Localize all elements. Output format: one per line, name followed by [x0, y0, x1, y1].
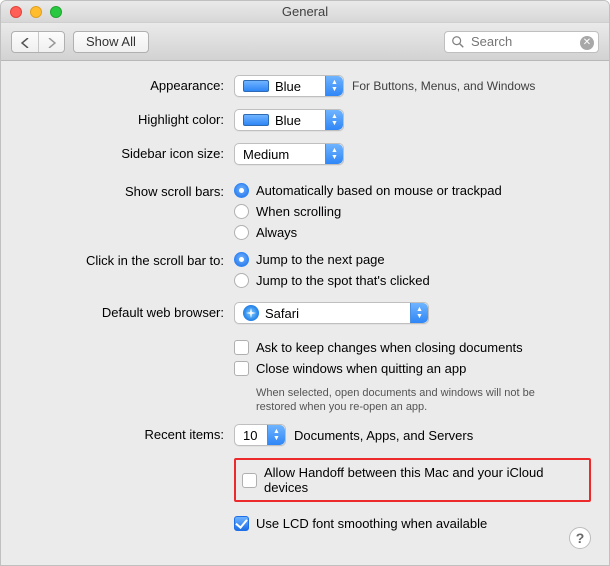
- forward-button[interactable]: [38, 32, 64, 53]
- preferences-window: General Show All ✕ Appearance:: [0, 0, 610, 566]
- appearance-value: Blue: [275, 79, 301, 94]
- close-window-button[interactable]: [10, 6, 22, 18]
- appearance-label: Appearance:: [19, 75, 234, 97]
- popup-arrows-icon: ▲▼: [267, 425, 285, 445]
- scrollclick-spot-radio[interactable]: Jump to the spot that's clicked: [234, 273, 430, 288]
- checkbox-label: Close windows when quitting an app: [256, 361, 466, 376]
- handoff-checkbox[interactable]: Allow Handoff between this Mac and your …: [242, 465, 583, 495]
- sidebar-size-label: Sidebar icon size:: [19, 143, 234, 165]
- scrollbars-label: Show scroll bars:: [19, 181, 234, 203]
- help-button[interactable]: ?: [569, 527, 591, 549]
- appearance-hint: For Buttons, Menus, and Windows: [352, 79, 535, 93]
- scrollbars-whenscrolling-radio[interactable]: When scrolling: [234, 204, 502, 219]
- radio-icon: [234, 273, 249, 288]
- browser-label: Default web browser:: [19, 302, 234, 324]
- handoff-highlight-box: Allow Handoff between this Mac and your …: [234, 458, 591, 502]
- zoom-window-button[interactable]: [50, 6, 62, 18]
- safari-icon: [243, 305, 259, 321]
- checkbox-icon: [242, 473, 257, 488]
- checkbox-label: Ask to keep changes when closing documen…: [256, 340, 523, 355]
- checkbox-icon: [234, 340, 249, 355]
- toolbar: Show All ✕: [1, 23, 609, 61]
- content-area: Appearance: Blue ▲▼ For Buttons, Menus, …: [1, 61, 609, 564]
- minimize-window-button[interactable]: [30, 6, 42, 18]
- blue-swatch-icon: [243, 114, 269, 126]
- radio-label: Jump to the spot that's clicked: [256, 273, 430, 288]
- checkbox-icon: [234, 361, 249, 376]
- blue-swatch-icon: [243, 80, 269, 92]
- close-windows-note: When selected, open documents and window…: [256, 386, 576, 414]
- radio-icon: [234, 183, 249, 198]
- radio-label: Automatically based on mouse or trackpad: [256, 183, 502, 198]
- highlight-popup[interactable]: Blue ▲▼: [234, 109, 344, 131]
- search-field-wrapper: ✕: [444, 31, 599, 53]
- radio-label: Jump to the next page: [256, 252, 385, 267]
- highlight-value: Blue: [275, 113, 301, 128]
- highlight-label: Highlight color:: [19, 109, 234, 131]
- recent-items-label: Recent items:: [19, 424, 234, 446]
- scrollclick-label: Click in the scroll bar to:: [19, 250, 234, 272]
- radio-icon: [234, 225, 249, 240]
- close-windows-checkbox[interactable]: Close windows when quitting an app: [234, 361, 466, 376]
- window-title: General: [1, 4, 609, 19]
- sidebar-size-popup[interactable]: Medium ▲▼: [234, 143, 344, 165]
- lcd-font-smoothing-checkbox[interactable]: Use LCD font smoothing when available: [234, 516, 487, 531]
- chevron-left-icon: [21, 38, 30, 48]
- radio-icon: [234, 252, 249, 267]
- titlebar: General: [1, 1, 609, 23]
- radio-label: When scrolling: [256, 204, 341, 219]
- recent-items-popup[interactable]: 10 ▲▼: [234, 424, 286, 446]
- recent-items-value: 10: [243, 428, 257, 443]
- sidebar-size-value: Medium: [243, 147, 289, 162]
- popup-arrows-icon: ▲▼: [325, 110, 343, 130]
- back-button[interactable]: [12, 32, 38, 53]
- ask-keep-changes-checkbox[interactable]: Ask to keep changes when closing documen…: [234, 340, 523, 355]
- checkbox-icon: [234, 516, 249, 531]
- radio-label: Always: [256, 225, 297, 240]
- search-input[interactable]: [469, 33, 578, 50]
- appearance-popup[interactable]: Blue ▲▼: [234, 75, 344, 97]
- scrollbars-always-radio[interactable]: Always: [234, 225, 502, 240]
- popup-arrows-icon: ▲▼: [325, 144, 343, 164]
- chevron-right-icon: [47, 38, 56, 48]
- default-browser-popup[interactable]: Safari ▲▼: [234, 302, 429, 324]
- popup-arrows-icon: ▲▼: [410, 303, 428, 323]
- radio-icon: [234, 204, 249, 219]
- checkbox-label: Allow Handoff between this Mac and your …: [264, 465, 583, 495]
- clear-search-button[interactable]: ✕: [580, 36, 594, 50]
- recent-items-hint: Documents, Apps, and Servers: [294, 428, 473, 443]
- scrollbars-auto-radio[interactable]: Automatically based on mouse or trackpad: [234, 183, 502, 198]
- search-icon: [451, 35, 465, 49]
- browser-value: Safari: [265, 306, 299, 321]
- popup-arrows-icon: ▲▼: [325, 76, 343, 96]
- checkbox-label: Use LCD font smoothing when available: [256, 516, 487, 531]
- show-all-button[interactable]: Show All: [73, 31, 149, 53]
- scrollclick-nextpage-radio[interactable]: Jump to the next page: [234, 252, 430, 267]
- nav-segmented: [11, 31, 65, 53]
- traffic-lights: [10, 6, 62, 18]
